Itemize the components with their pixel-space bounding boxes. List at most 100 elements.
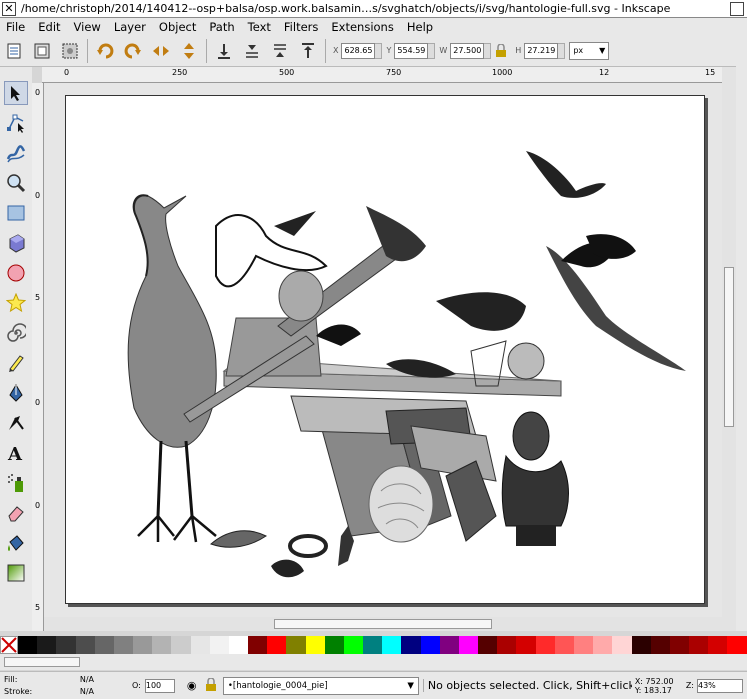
pen-tool-icon[interactable] xyxy=(4,381,28,405)
page-area[interactable] xyxy=(65,95,705,604)
palette-scroll-thumb[interactable] xyxy=(4,657,80,667)
eraser-tool-icon[interactable] xyxy=(4,501,28,525)
select-all-icon[interactable] xyxy=(3,40,25,62)
color-swatch[interactable] xyxy=(382,636,402,654)
color-swatch[interactable] xyxy=(75,636,95,654)
ellipse-tool-icon[interactable] xyxy=(4,261,28,285)
color-swatch[interactable] xyxy=(631,636,651,654)
node-tool-icon[interactable] xyxy=(4,111,28,135)
color-swatch[interactable] xyxy=(593,636,613,654)
color-swatch[interactable] xyxy=(286,636,306,654)
color-swatch[interactable] xyxy=(573,636,594,654)
menu-file[interactable]: File xyxy=(6,20,25,34)
color-swatch[interactable] xyxy=(497,636,517,654)
y-spinner[interactable] xyxy=(428,42,436,59)
color-swatch[interactable] xyxy=(94,636,114,654)
vertical-scroll-thumb[interactable] xyxy=(724,267,734,427)
color-swatch[interactable] xyxy=(458,636,479,654)
color-swatch[interactable] xyxy=(650,636,670,654)
pencil-tool-icon[interactable] xyxy=(4,351,28,375)
rotate-cw-icon[interactable] xyxy=(122,40,144,62)
selector-tool-icon[interactable] xyxy=(4,81,28,105)
x-spinner[interactable] xyxy=(375,42,383,59)
layer-lock-icon[interactable] xyxy=(205,676,219,694)
raise-icon[interactable] xyxy=(269,40,291,62)
gradient-tool-icon[interactable] xyxy=(4,561,28,585)
h-spinner[interactable] xyxy=(558,42,566,59)
rotate-ccw-icon[interactable] xyxy=(94,40,116,62)
menu-object[interactable]: Object xyxy=(159,20,196,34)
color-swatch[interactable] xyxy=(209,636,229,654)
menu-extensions[interactable]: Extensions xyxy=(331,20,393,34)
unit-select[interactable]: px ▼ xyxy=(569,41,610,60)
star-tool-icon[interactable] xyxy=(4,291,28,315)
text-tool-icon[interactable]: A xyxy=(4,441,28,465)
no-paint-icon[interactable] xyxy=(0,636,18,654)
color-swatch[interactable] xyxy=(401,636,421,654)
eye-icon[interactable]: ◉ xyxy=(187,679,201,692)
menu-view[interactable]: View xyxy=(74,20,101,34)
color-swatch[interactable] xyxy=(420,636,440,654)
vertical-scrollbar[interactable] xyxy=(722,67,736,631)
menu-layer[interactable]: Layer xyxy=(114,20,146,34)
color-swatch[interactable] xyxy=(248,636,268,654)
color-swatch[interactable] xyxy=(535,636,555,654)
3dbox-tool-icon[interactable] xyxy=(4,231,28,255)
color-swatch[interactable] xyxy=(612,636,632,654)
fill-stroke-indicator[interactable]: Fill: N/A Stroke: N/A xyxy=(0,673,100,699)
color-swatch[interactable] xyxy=(228,636,249,654)
menu-filters[interactable]: Filters xyxy=(284,20,318,34)
color-swatch[interactable] xyxy=(363,636,383,654)
color-swatch[interactable] xyxy=(190,636,210,654)
color-swatch[interactable] xyxy=(152,636,172,654)
current-layer-select[interactable]: •[hantologie_0004_pie] ▼ xyxy=(222,676,419,695)
color-swatch[interactable] xyxy=(133,636,153,654)
lower-to-bottom-icon[interactable] xyxy=(213,40,235,62)
menu-text[interactable]: Text xyxy=(248,20,271,34)
spiral-tool-icon[interactable] xyxy=(4,321,28,345)
color-swatch[interactable] xyxy=(267,636,287,654)
color-swatch[interactable] xyxy=(669,636,690,654)
color-swatch[interactable] xyxy=(439,636,459,654)
w-input[interactable] xyxy=(450,42,485,59)
heron-artwork[interactable] xyxy=(127,194,217,543)
bust-artwork[interactable] xyxy=(501,411,569,546)
w-spinner[interactable] xyxy=(484,42,492,59)
color-swatch[interactable] xyxy=(343,636,364,654)
brain-artwork[interactable] xyxy=(368,465,434,543)
x-input[interactable] xyxy=(341,42,376,59)
horizontal-scroll-thumb[interactable] xyxy=(274,619,492,629)
color-swatch[interactable] xyxy=(305,636,325,654)
window-close-button[interactable]: ✕ xyxy=(2,1,16,16)
color-swatch[interactable] xyxy=(689,636,709,654)
color-swatch[interactable] xyxy=(554,636,574,654)
color-swatch[interactable] xyxy=(708,636,728,654)
h-input[interactable] xyxy=(524,42,559,59)
flip-vertical-icon[interactable] xyxy=(178,40,200,62)
zoom-tool-icon[interactable] xyxy=(4,171,28,195)
lock-icon[interactable] xyxy=(494,40,508,62)
lower-icon[interactable] xyxy=(241,40,263,62)
color-swatch[interactable] xyxy=(18,636,38,654)
spray-tool-icon[interactable] xyxy=(4,471,28,495)
window-maximize-button[interactable] xyxy=(730,1,744,16)
color-swatch[interactable] xyxy=(37,636,57,654)
color-swatch[interactable] xyxy=(113,636,134,654)
menu-path[interactable]: Path xyxy=(209,20,234,34)
color-swatch[interactable] xyxy=(171,636,191,654)
horizontal-scrollbar[interactable] xyxy=(44,617,722,631)
color-swatch[interactable] xyxy=(324,636,344,654)
opacity-input[interactable] xyxy=(144,678,175,693)
calligraphy-tool-icon[interactable] xyxy=(4,411,28,435)
deselect-icon[interactable] xyxy=(59,40,81,62)
paint-bucket-tool-icon[interactable] xyxy=(4,531,28,555)
color-swatch[interactable] xyxy=(56,636,76,654)
raise-to-top-icon[interactable] xyxy=(297,40,319,62)
y-input[interactable] xyxy=(394,42,429,59)
drawing-canvas[interactable] xyxy=(44,83,722,631)
menu-help[interactable]: Help xyxy=(407,20,433,34)
tweak-tool-icon[interactable] xyxy=(4,141,28,165)
flip-horizontal-icon[interactable] xyxy=(150,40,172,62)
rect-tool-icon[interactable] xyxy=(4,201,28,225)
menu-edit[interactable]: Edit xyxy=(38,20,60,34)
